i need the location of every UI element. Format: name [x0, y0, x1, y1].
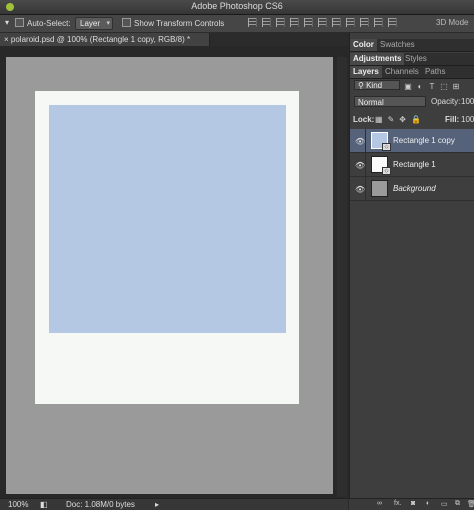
- smart-object-filter-icon[interactable]: ⊞: [452, 82, 460, 91]
- lock-row: Lock: ▦ ✎ ✥ 🔒 Fill: 100: [350, 113, 474, 127]
- fx-icon[interactable]: fx.: [394, 500, 401, 507]
- layer-row-rectangle-1[interactable]: 👁 ◇ Rectangle 1: [350, 153, 474, 177]
- layer-filter-row: ⚲ Kind ▣ ◐ T ⬚ ⊞: [350, 79, 474, 92]
- opacity-label: Opacity:: [431, 97, 461, 106]
- layer-name: Background: [393, 184, 436, 193]
- auto-select-dropdown[interactable]: Layer: [75, 17, 114, 30]
- layers-panel-tabs: Layers Channels Paths: [350, 66, 474, 79]
- tab-swatches[interactable]: Swatches: [377, 39, 418, 51]
- blend-mode-dropdown[interactable]: Normal: [354, 96, 426, 107]
- lock-all-icon[interactable]: 🔒: [411, 115, 421, 124]
- polaroid-frame[interactable]: [35, 91, 299, 404]
- close-icon[interactable]: ×: [4, 35, 9, 44]
- layer-separator: [365, 153, 366, 177]
- auto-select-label: Auto-Select:: [27, 19, 71, 28]
- align-top-icon[interactable]: [248, 18, 257, 27]
- distribute-bottom-icon[interactable]: [360, 18, 369, 27]
- link-layers-icon[interactable]: ∞: [377, 500, 382, 507]
- distribute-top-icon[interactable]: [332, 18, 341, 27]
- layer-name: Rectangle 1 copy: [393, 136, 455, 145]
- blend-row: Normal Opacity: 100: [350, 95, 474, 109]
- vector-shape-icon: ◇: [382, 143, 391, 151]
- filter-icons: ▣ ◐ T ⬚ ⊞: [404, 81, 464, 91]
- status-bar: 100% ◧ Doc: 1.08M/0 bytes ▸: [0, 498, 348, 510]
- layers-bottom-bar: ∞ fx. ◙ ◐ ▭ ⧉ 🗑: [349, 498, 474, 510]
- options-bar: ▾ Auto-Select: Layer Show Transform Cont…: [0, 15, 474, 33]
- align-vcenter-icon[interactable]: [262, 18, 271, 27]
- document-tab-bar: × polaroid.psd @ 100% (Rectangle 1 copy,…: [0, 33, 348, 46]
- tab-adjustments[interactable]: Adjustments: [350, 53, 405, 65]
- layer-thumbnail: [371, 180, 388, 197]
- visibility-eye-icon[interactable]: 👁: [355, 137, 365, 146]
- tab-styles[interactable]: Styles: [402, 53, 430, 65]
- document-tab[interactable]: × polaroid.psd @ 100% (Rectangle 1 copy,…: [0, 33, 210, 46]
- visibility-eye-icon[interactable]: 👁: [355, 185, 365, 194]
- lock-paint-icon[interactable]: ✎: [388, 115, 395, 124]
- new-group-icon[interactable]: ▭: [441, 500, 448, 508]
- opacity-value[interactable]: 100: [461, 97, 474, 106]
- filter-kind-dropdown[interactable]: ⚲ Kind: [354, 80, 400, 90]
- adjustment-filter-icon[interactable]: ◐: [416, 82, 424, 91]
- layer-separator: [365, 177, 366, 201]
- lock-transparency-icon[interactable]: ▦: [375, 115, 383, 124]
- layer-separator: [365, 129, 366, 153]
- vertical-scrollbar[interactable]: [337, 57, 347, 497]
- canvas-background[interactable]: [6, 57, 333, 494]
- tab-channels[interactable]: Channels: [382, 66, 422, 78]
- app-title: Adobe Photoshop CS6: [191, 1, 283, 11]
- panels-dock: Color Swatches Adjustments Styles Layers…: [349, 33, 474, 509]
- color-panel-tabs: Color Swatches: [350, 39, 474, 52]
- layer-row-background[interactable]: 👁 Background: [350, 177, 474, 201]
- layer-row-rectangle-1-copy[interactable]: 👁 ◇ Rectangle 1 copy: [350, 129, 474, 153]
- vector-shape-icon: ◇: [382, 167, 391, 175]
- move-tool-options-icon[interactable]: ▾: [5, 18, 9, 27]
- add-mask-icon[interactable]: ◙: [411, 500, 415, 507]
- status-icon: ◧: [40, 500, 48, 509]
- fill-value[interactable]: 100: [461, 115, 474, 124]
- tab-color[interactable]: Color: [350, 39, 377, 51]
- auto-select-checkbox[interactable]: Auto-Select:: [15, 18, 71, 28]
- align-right-icon[interactable]: [318, 18, 327, 27]
- lock-icons: ▦ ✎ ✥ 🔒: [375, 115, 426, 124]
- adjustments-panel-tabs: Adjustments Styles: [350, 53, 474, 66]
- document-tab-title: polaroid.psd @ 100% (Rectangle 1 copy, R…: [10, 35, 191, 44]
- shape-filter-icon[interactable]: ⬚: [440, 82, 448, 91]
- tab-layers[interactable]: Layers: [350, 66, 382, 78]
- layer-thumbnail: ◇: [371, 156, 391, 175]
- show-transform-checkbox[interactable]: Show Transform Controls: [122, 18, 224, 28]
- search-icon: ⚲: [358, 81, 364, 90]
- align-buttons[interactable]: [248, 18, 402, 29]
- tab-paths[interactable]: Paths: [422, 66, 448, 78]
- lock-position-icon[interactable]: ✥: [399, 115, 406, 124]
- align-hcenter-icon[interactable]: [304, 18, 313, 27]
- show-transform-label: Show Transform Controls: [134, 19, 225, 28]
- canvas-area[interactable]: [0, 46, 348, 498]
- doc-info[interactable]: Doc: 1.08M/0 bytes: [66, 500, 135, 509]
- type-filter-icon[interactable]: T: [428, 82, 436, 91]
- lock-label: Lock:: [353, 115, 375, 124]
- layer-name: Rectangle 1: [393, 160, 436, 169]
- new-adjustment-icon[interactable]: ◐: [426, 500, 430, 507]
- distribute-left-icon[interactable]: [374, 18, 383, 27]
- filter-kind-label: Kind: [366, 81, 383, 90]
- zoom-level[interactable]: 100%: [8, 500, 28, 509]
- pixel-filter-icon[interactable]: ▣: [404, 82, 412, 91]
- layer-thumbnail: ◇: [371, 132, 391, 151]
- 3d-mode-label: 3D Mode: [436, 18, 469, 27]
- status-menu-arrow-icon[interactable]: ▸: [155, 500, 159, 509]
- photo-rectangle[interactable]: [49, 105, 286, 333]
- align-left-icon[interactable]: [290, 18, 299, 27]
- distribute-vcenter-icon[interactable]: [346, 18, 355, 27]
- trash-icon[interactable]: 🗑: [467, 500, 474, 508]
- fill-label: Fill:: [445, 115, 460, 124]
- new-layer-icon[interactable]: ⧉: [455, 500, 460, 508]
- align-bottom-icon[interactable]: [276, 18, 285, 27]
- visibility-eye-icon[interactable]: 👁: [355, 161, 365, 170]
- distribute-right-icon[interactable]: [388, 18, 397, 27]
- title-bar: Adobe Photoshop CS6: [0, 0, 474, 15]
